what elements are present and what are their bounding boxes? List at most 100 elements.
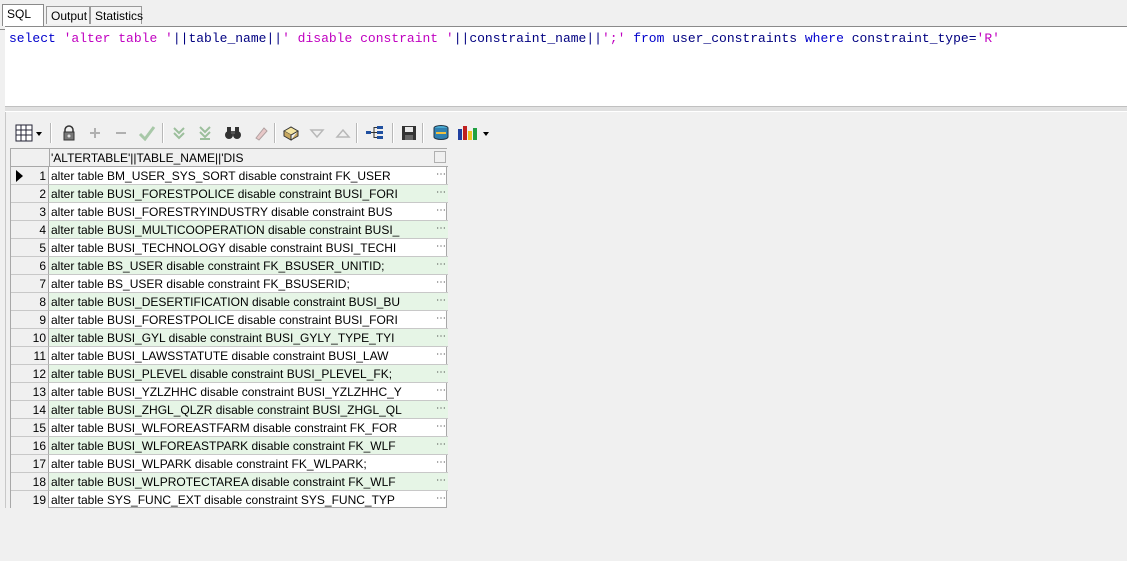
table-cell[interactable]: alter table SYS_FUNC_EXT disable constra… xyxy=(49,491,448,509)
chart-icon[interactable] xyxy=(456,122,492,144)
plus-icon[interactable] xyxy=(84,122,106,144)
tree-icon[interactable] xyxy=(364,122,386,144)
row-number[interactable]: 14 xyxy=(11,401,49,419)
query-by-example-icon[interactable] xyxy=(280,122,302,144)
table-cell[interactable]: alter table BUSI_WLPARK disable constrai… xyxy=(49,455,448,473)
cell-expand-button[interactable]: ⋯ xyxy=(436,329,446,345)
row-number[interactable]: 2 xyxy=(11,185,49,203)
table-cell[interactable]: alter table BUSI_WLFOREASTPARK disable c… xyxy=(49,437,448,455)
row-number[interactable]: 5 xyxy=(11,239,49,257)
fetch-last-icon[interactable] xyxy=(194,122,216,144)
table-row[interactable]: 5 alter table BUSI_TECHNOLOGY disable con… xyxy=(11,239,448,257)
column-header[interactable]: 'ALTERTABLE'||TABLE_NAME||'DIS xyxy=(51,150,244,166)
table-cell[interactable]: alter table BUSI_LAWSSTATUTE disable con… xyxy=(49,347,448,365)
lock-icon[interactable] xyxy=(58,122,80,144)
table-row[interactable]: 19 alter table SYS_FUNC_EXT disable const… xyxy=(11,491,448,509)
table-cell[interactable]: alter table BUSI_FORESTPOLICE disable co… xyxy=(49,185,448,203)
table-row[interactable]: 1 alter table BM_USER_SYS_SORT disable co… xyxy=(11,167,448,185)
table-cell[interactable]: alter table BUSI_FORESTRYINDUSTRY disabl… xyxy=(49,203,448,221)
sort-icon[interactable] xyxy=(332,122,354,144)
table-row[interactable]: 9 alter table BUSI_FORESTPOLICE disable c… xyxy=(11,311,448,329)
row-number[interactable]: 13 xyxy=(11,383,49,401)
cell-expand-button[interactable]: ⋯ xyxy=(436,275,446,291)
table-row[interactable]: 14 alter table BUSI_ZHGL_QLZR disable con… xyxy=(11,401,448,419)
table-row[interactable]: 12 alter table BUSI_PLEVEL disable constr… xyxy=(11,365,448,383)
cell-expand-button[interactable]: ⋯ xyxy=(436,347,446,363)
table-row[interactable]: 6 alter table BS_USER disable constraint … xyxy=(11,257,448,275)
table-cell[interactable]: alter table BUSI_MULTICOOPERATION disabl… xyxy=(49,221,448,239)
row-number[interactable]: 10 xyxy=(11,329,49,347)
table-cell[interactable]: alter table BUSI_WLPROTECTAREA disable c… xyxy=(49,473,448,491)
row-number[interactable]: 19 xyxy=(11,491,49,509)
row-number[interactable]: 3 xyxy=(11,203,49,221)
table-row[interactable]: 7 alter table BS_USER disable constraint … xyxy=(11,275,448,293)
row-number[interactable]: 7 xyxy=(11,275,49,293)
row-number[interactable]: 6 xyxy=(11,257,49,275)
row-number[interactable]: 17 xyxy=(11,455,49,473)
row-number[interactable]: 8 xyxy=(11,293,49,311)
tab-statistics[interactable]: Statistics xyxy=(90,6,143,24)
cell-expand-button[interactable]: ⋯ xyxy=(436,221,446,237)
row-number[interactable]: 18 xyxy=(11,473,49,491)
cell-expand-button[interactable]: ⋯ xyxy=(436,203,446,219)
tab-sql[interactable]: SQL xyxy=(2,4,44,26)
table-cell[interactable]: alter table BUSI_ZHGL_QLZR disable const… xyxy=(49,401,448,419)
table-row[interactable]: 2 alter table BUSI_FORESTPOLICE disable c… xyxy=(11,185,448,203)
column-header-button[interactable] xyxy=(434,151,446,163)
table-row[interactable]: 18 alter table BUSI_WLPROTECTAREA disable… xyxy=(11,473,448,491)
table-cell[interactable]: alter table BUSI_FORESTPOLICE disable co… xyxy=(49,311,448,329)
cell-expand-button[interactable]: ⋯ xyxy=(436,383,446,399)
row-number[interactable]: 16 xyxy=(11,437,49,455)
filter-icon[interactable] xyxy=(306,122,328,144)
table-cell[interactable]: alter table BUSI_PLEVEL disable constrai… xyxy=(49,365,448,383)
save-icon[interactable] xyxy=(398,122,420,144)
cell-expand-button[interactable]: ⋯ xyxy=(436,401,446,417)
sql-editor[interactable]: select 'alter table '||table_name||' dis… xyxy=(5,26,1127,106)
table-cell[interactable]: alter table BUSI_DESERTIFICATION disable… xyxy=(49,293,448,311)
cell-expand-button[interactable]: ⋯ xyxy=(436,185,446,201)
table-cell[interactable]: alter table BS_USER disable constraint F… xyxy=(49,275,448,293)
table-row[interactable]: 8 alter table BUSI_DESERTIFICATION disabl… xyxy=(11,293,448,311)
cell-expand-button[interactable]: ⋯ xyxy=(436,419,446,435)
cell-expand-button[interactable]: ⋯ xyxy=(436,473,446,489)
row-number[interactable]: 9 xyxy=(11,311,49,329)
check-icon[interactable] xyxy=(136,122,158,144)
export-icon[interactable] xyxy=(430,122,452,144)
cell-expand-button[interactable]: ⋯ xyxy=(436,311,446,327)
table-cell[interactable]: alter table BM_USER_SYS_SORT disable con… xyxy=(49,167,448,185)
tab-output[interactable]: Output xyxy=(46,6,90,24)
fetch-next-icon[interactable] xyxy=(168,122,190,144)
table-row[interactable]: 3 alter table BUSI_FORESTRYINDUSTRY disab… xyxy=(11,203,448,221)
splitter[interactable] xyxy=(5,106,1127,112)
cell-expand-button[interactable]: ⋯ xyxy=(436,365,446,381)
grid-corner[interactable] xyxy=(11,149,50,166)
table-row[interactable]: 15 alter table BUSI_WLFOREASTFARM disable… xyxy=(11,419,448,437)
table-row[interactable]: 11 alter table BUSI_LAWSSTATUTE disable c… xyxy=(11,347,448,365)
table-row[interactable]: 17 alter table BUSI_WLPARK disable constr… xyxy=(11,455,448,473)
table-cell[interactable]: alter table BUSI_WLFOREASTFARM disable c… xyxy=(49,419,448,437)
grid-icon[interactable] xyxy=(14,122,44,144)
cell-expand-button[interactable]: ⋯ xyxy=(436,293,446,309)
table-row[interactable]: 4 alter table BUSI_MULTICOOPERATION disab… xyxy=(11,221,448,239)
cell-expand-button[interactable]: ⋯ xyxy=(436,455,446,471)
cell-expand-button[interactable]: ⋯ xyxy=(436,437,446,453)
table-cell[interactable]: alter table BUSI_TECHNOLOGY disable cons… xyxy=(49,239,448,257)
clear-icon[interactable] xyxy=(250,122,272,144)
find-icon[interactable] xyxy=(222,122,244,144)
table-row[interactable]: 10 alter table BUSI_GYL disable constrain… xyxy=(11,329,448,347)
cell-expand-button[interactable]: ⋯ xyxy=(436,491,446,507)
table-cell[interactable]: alter table BS_USER disable constraint F… xyxy=(49,257,448,275)
row-number[interactable]: 1 xyxy=(11,167,49,185)
row-number[interactable]: 4 xyxy=(11,221,49,239)
row-number[interactable]: 15 xyxy=(11,419,49,437)
minus-icon[interactable] xyxy=(110,122,132,144)
row-number[interactable]: 11 xyxy=(11,347,49,365)
table-cell[interactable]: alter table BUSI_GYL disable constraint … xyxy=(49,329,448,347)
cell-expand-button[interactable]: ⋯ xyxy=(436,239,446,255)
cell-expand-button[interactable]: ⋯ xyxy=(436,257,446,273)
cell-expand-button[interactable]: ⋯ xyxy=(436,167,446,183)
table-cell[interactable]: alter table BUSI_YZLZHHC disable constra… xyxy=(49,383,448,401)
table-row[interactable]: 16 alter table BUSI_WLFOREASTPARK disable… xyxy=(11,437,448,455)
row-number[interactable]: 12 xyxy=(11,365,49,383)
table-row[interactable]: 13 alter table BUSI_YZLZHHC disable const… xyxy=(11,383,448,401)
